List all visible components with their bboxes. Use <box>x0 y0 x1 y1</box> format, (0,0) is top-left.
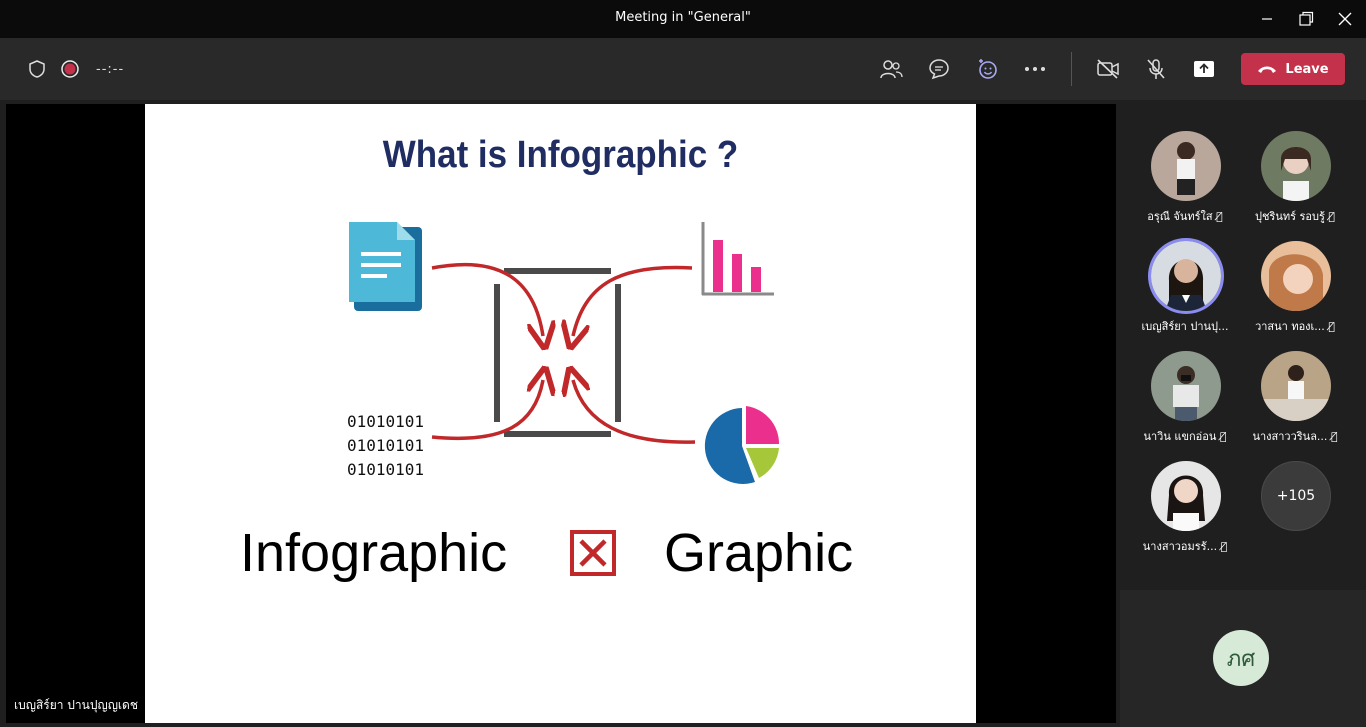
participant-name: เบญสิร์ยา ปานปุ... <box>1141 320 1229 333</box>
participant-name: นาวิน แขกอ่อน 🎙̸ <box>1143 430 1227 443</box>
participant-tile[interactable]: วาสนา ทองเ... 🎙̸ <box>1240 241 1350 351</box>
chat-icon[interactable] <box>924 54 954 84</box>
participants-icon[interactable] <box>876 54 906 84</box>
mic-off-icon: 🎙̸ <box>1216 210 1223 223</box>
participant-name: นางสาวอมรรั... 🎙̸ <box>1142 540 1228 553</box>
participant-name: อรุณี จันทร์ใส 🎙̸ <box>1147 210 1223 223</box>
mic-off-icon: 🎙̸ <box>1328 320 1335 333</box>
meeting-toolbar: --:-- Leave <box>0 38 1366 100</box>
participant-tile[interactable]: เบญสิร์ยา ปานปุ... <box>1130 241 1240 351</box>
mic-off-icon: 🎙̸ <box>1219 430 1227 443</box>
avatar <box>1261 131 1331 201</box>
bar-chart-icon <box>701 222 774 296</box>
participant-tile[interactable]: นาวิน แขกอ่อน 🎙̸ <box>1130 351 1240 461</box>
presentation-slide: What is Infographic ? 01010101 01010101 … <box>145 104 976 723</box>
infographic-diagram <box>349 222 780 576</box>
participant-name: วาสนา ทองเ... 🎙̸ <box>1255 320 1335 333</box>
mic-off-icon: 🎙̸ <box>1330 430 1338 443</box>
mic-off-icon: 🎙̸ <box>1328 210 1336 223</box>
leave-button[interactable]: Leave <box>1241 53 1345 85</box>
participant-tile[interactable]: นางสาววรินล... 🎙̸ <box>1240 351 1350 461</box>
binary-line: 01010101 <box>347 460 425 479</box>
avatar <box>1151 131 1221 201</box>
avatar <box>1261 351 1331 421</box>
restore-icon[interactable] <box>1289 4 1323 34</box>
infographic-label: Infographic <box>240 523 508 583</box>
participant-name: นางสาววรินล... 🎙̸ <box>1252 430 1338 443</box>
binary-data: 01010101 01010101 01010101 <box>347 410 424 482</box>
hang-up-icon <box>1258 66 1277 73</box>
reactions-icon[interactable] <box>972 54 1002 84</box>
pie-chart-icon <box>704 406 780 484</box>
binary-line: 01010101 <box>347 412 425 431</box>
participant-tile[interactable]: อรุณี จันทร์ใส 🎙̸ <box>1130 131 1240 241</box>
presenter-name: เบญสิร์ยา ปานปุญญเดช <box>14 698 138 712</box>
converter-frame <box>494 268 621 437</box>
more-options-icon[interactable] <box>1020 54 1050 84</box>
avatar <box>1151 351 1221 421</box>
participant-name: ปุชรินทร์ รอบรู้ 🎙̸ <box>1254 210 1336 223</box>
close-icon[interactable] <box>1328 4 1362 34</box>
leave-label: Leave <box>1285 61 1329 77</box>
toolbar-divider <box>1071 52 1072 86</box>
graphic-label: Graphic <box>664 523 854 583</box>
title-bar: Meeting in "General" <box>0 0 1366 38</box>
overflow-count[interactable]: +105 <box>1261 461 1331 531</box>
document-icon <box>349 222 422 311</box>
avatar <box>1151 241 1221 311</box>
flow-arrows <box>431 262 696 444</box>
minimize-icon[interactable] <box>1250 4 1284 34</box>
shield-icon[interactable] <box>22 54 52 84</box>
recording-icon[interactable] <box>55 54 85 84</box>
avatar <box>1261 241 1331 311</box>
avatar <box>1151 461 1221 531</box>
meeting-timer: --:-- <box>96 62 125 77</box>
participant-tile[interactable]: นางสาวอมรรั... 🎙̸ <box>1130 461 1240 571</box>
camera-off-icon[interactable] <box>1093 54 1123 84</box>
window-title: Meeting in "General" <box>615 10 751 25</box>
participant-tile[interactable]: ปุชรินทร์ รอบรู้ 🎙̸ <box>1240 131 1350 241</box>
mic-off-icon: 🎙̸ <box>1220 540 1228 553</box>
not-equal-icon <box>570 530 616 576</box>
self-avatar[interactable]: ภศ <box>1213 630 1269 686</box>
binary-line: 01010101 <box>347 436 425 455</box>
more-participants-tile[interactable]: +105 <box>1240 461 1350 571</box>
share-screen-icon[interactable] <box>1189 54 1219 84</box>
mic-off-icon[interactable] <box>1141 54 1171 84</box>
